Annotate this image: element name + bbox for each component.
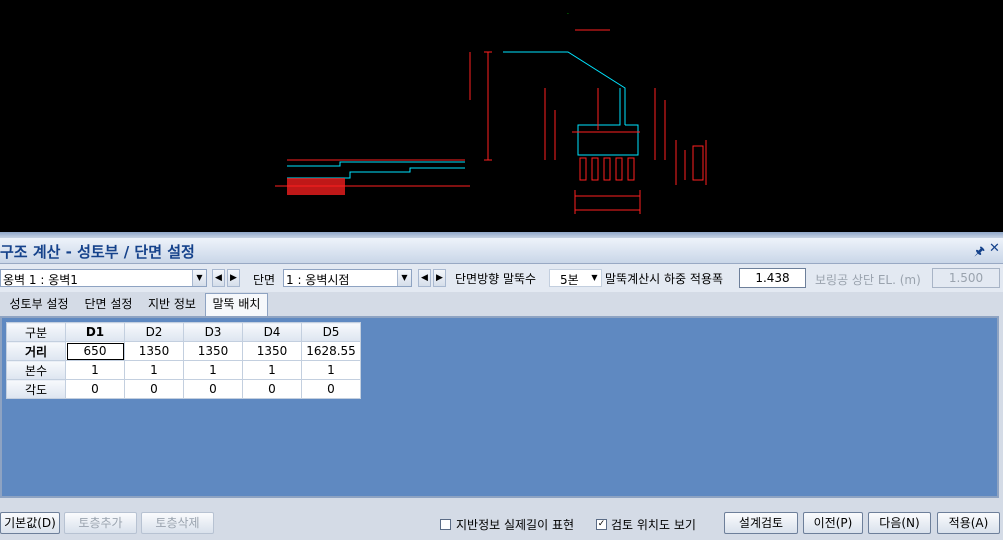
wall-select-value: 옹벽 1 : 옹벽1 — [3, 273, 78, 287]
column-header[interactable]: D2 — [124, 322, 184, 342]
wall-next-button[interactable]: ▶ — [227, 269, 240, 287]
pile-count-value: 5본 — [560, 273, 579, 287]
chevron-down-icon[interactable]: ▼ — [192, 270, 206, 286]
tab-strip: 성토부 설정 단면 설정 지반 정보 말뚝 배치 — [0, 293, 1003, 316]
show-location-label: 검토 위치도 보기 — [611, 518, 696, 532]
section-prev-button[interactable]: ◀ — [418, 269, 431, 287]
tab-section-settings[interactable]: 단면 설정 — [78, 294, 139, 315]
grid-cell[interactable]: 0 — [242, 379, 302, 399]
delete-layer-button[interactable]: 토층삭제 — [141, 512, 214, 534]
grid-cell[interactable]: 0 — [183, 379, 243, 399]
grid-cell[interactable]: 0 — [301, 379, 361, 399]
real-depth-checkbox[interactable] — [440, 519, 451, 530]
column-header[interactable]: D3 — [183, 322, 243, 342]
pile-layout-panel: 구분 D1 D2 D3 D4 D5 거리 650 1350 1350 1350 … — [0, 316, 999, 498]
grid-cell[interactable]: 1 — [65, 360, 125, 380]
chevron-down-icon[interactable]: ▼ — [588, 270, 601, 286]
column-header[interactable]: D4 — [242, 322, 302, 342]
section-next-button[interactable]: ▶ — [433, 269, 446, 287]
real-depth-label: 지반정보 실제길이 표현 — [456, 518, 575, 532]
show-location-checkbox[interactable]: ✓ — [596, 519, 607, 530]
grid-cell[interactable]: 650 — [65, 341, 125, 361]
grid-cell[interactable]: 0 — [124, 379, 184, 399]
cad-label: · — [567, 11, 569, 18]
load-width-input[interactable]: 1.438 — [739, 268, 806, 288]
grid-cell[interactable]: 0 — [65, 379, 125, 399]
toolbar: 옹벽 1 : 옹벽1 ▼ ◀ ▶ 단면 1 : 옹벽시점 ▼ ◀ ▶ 단면방향 … — [0, 264, 1003, 292]
boring-el-input[interactable]: 1.500 — [932, 268, 1000, 288]
table-row: 거리 650 1350 1350 1350 1628.55 — [6, 341, 361, 361]
design-check-button[interactable]: 설계검토 — [724, 512, 798, 534]
grid-cell[interactable]: 1350 — [183, 341, 243, 361]
pile-count-select[interactable]: 5본 ▼ — [549, 269, 602, 287]
grid-corner-header: 구분 — [6, 322, 66, 342]
tab-pile-layout[interactable]: 말뚝 배치 — [205, 293, 268, 316]
chevron-down-icon[interactable]: ▼ — [397, 270, 411, 286]
default-button[interactable]: 기본값(D) — [0, 512, 60, 534]
pile-layout-grid: 구분 D1 D2 D3 D4 D5 거리 650 1350 1350 1350 … — [6, 322, 361, 399]
section-select[interactable]: 1 : 옹벽시점 ▼ — [283, 269, 412, 287]
table-row: 각도 0 0 0 0 0 — [6, 379, 361, 399]
next-button[interactable]: 다음(N) — [868, 512, 931, 534]
add-layer-button[interactable]: 토층추가 — [64, 512, 137, 534]
row-header: 본수 — [6, 360, 66, 380]
section-select-value: 1 : 옹벽시점 — [286, 273, 350, 287]
grid-cell[interactable]: 1350 — [242, 341, 302, 361]
grid-cell[interactable]: 1 — [242, 360, 302, 380]
table-row: 본수 1 1 1 1 1 — [6, 360, 361, 380]
panel-title: 구조 계산 - 성토부 / 단면 설정 — [0, 243, 195, 261]
bottom-bar: 기본값(D) 토층추가 토층삭제 지반정보 실제길이 표현 ✓ 검토 위치도 보… — [0, 508, 1003, 540]
close-icon[interactable]: ✕ — [989, 241, 1000, 256]
pile-count-label: 단면방향 말뚝수 — [455, 272, 537, 286]
section-label: 단면 — [253, 273, 276, 287]
grid-cell[interactable]: 1 — [301, 360, 361, 380]
grid-cell[interactable]: 1 — [124, 360, 184, 380]
wall-prev-button[interactable]: ◀ — [212, 269, 225, 287]
tab-ground-info[interactable]: 지반 정보 — [141, 294, 203, 315]
table-header-row: 구분 D1 D2 D3 D4 D5 — [6, 322, 361, 342]
tab-fill-settings[interactable]: 성토부 설정 — [2, 294, 76, 315]
prev-button[interactable]: 이전(P) — [803, 512, 863, 534]
boring-label: 보링공 상단 EL. (m) — [815, 273, 921, 287]
apply-button[interactable]: 적용(A) — [937, 512, 1000, 534]
grid-cell[interactable]: 1 — [183, 360, 243, 380]
load-width-label: 말뚝계산시 하중 적용폭 — [605, 272, 724, 286]
grid-cell[interactable]: 1628.55 — [301, 341, 361, 361]
cad-drawing-viewport[interactable]: · — [0, 0, 1003, 232]
pin-icon[interactable]: 🖈 — [974, 242, 985, 263]
row-header: 각도 — [6, 379, 66, 399]
panel-titlebar: 구조 계산 - 성토부 / 단면 설정 🖈 ✕ — [0, 238, 1003, 264]
row-header: 거리 — [6, 341, 66, 361]
column-header[interactable]: D5 — [301, 322, 361, 342]
grid-cell[interactable]: 1350 — [124, 341, 184, 361]
wall-select[interactable]: 옹벽 1 : 옹벽1 ▼ — [0, 269, 207, 287]
column-header[interactable]: D1 — [65, 322, 125, 342]
cad-drawing: · — [275, 11, 707, 214]
